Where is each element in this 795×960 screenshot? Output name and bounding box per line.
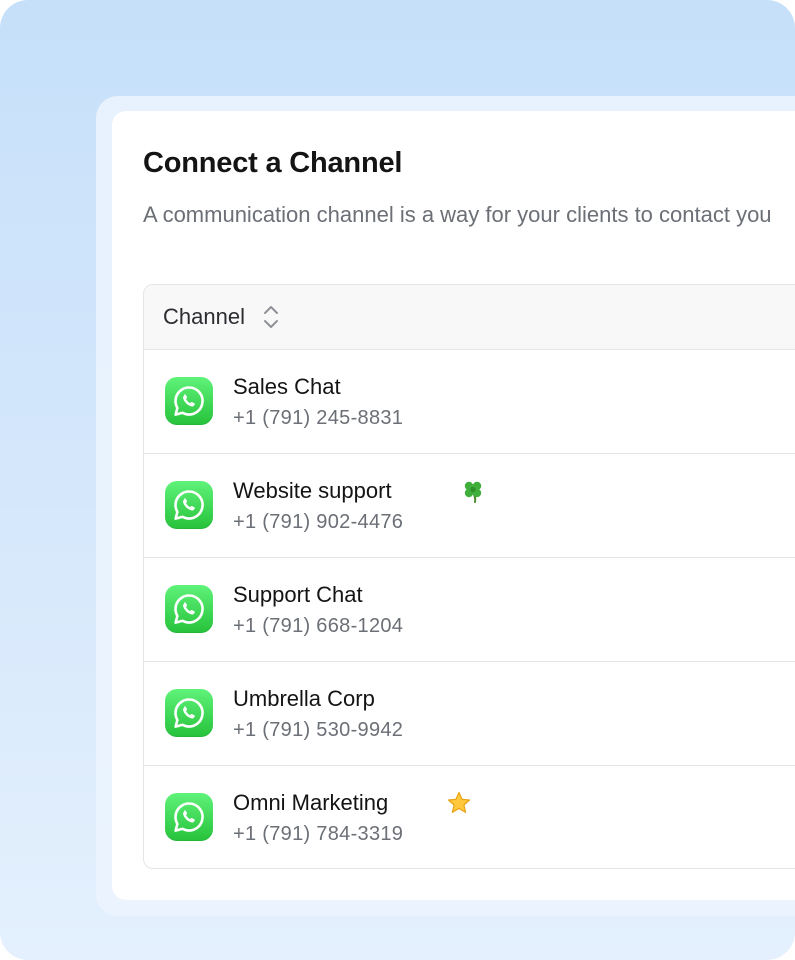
page-subtitle: A communication channel is a way for you… [143,202,772,227]
channel-name: Umbrella Corp [233,686,375,711]
whatsapp-icon [165,585,213,633]
channel-phone: +1 (791) 530-9942 [233,719,404,741]
page-background: Connect a Channel A communication channe… [0,0,795,960]
channel-phone: +1 (791) 902-4476 [233,511,404,533]
table-row[interactable]: Sales Chat +1 (791) 245-8831 [144,350,795,454]
sort-updown-icon[interactable] [262,304,280,330]
channel-phone: +1 (791) 245-8831 [233,407,404,429]
table-row[interactable]: Omni Marketing +1 (791) 784-3319 [144,766,795,868]
table-row[interactable]: Umbrella Corp +1 (791) 530-9942 [144,662,795,766]
channel-name: Support Chat [233,582,363,607]
table-row[interactable]: Website support +1 (791) 902-4476 [144,454,795,558]
channel-name: Omni Marketing [233,790,389,815]
whatsapp-icon [165,377,213,425]
clover-emoji-icon [460,478,486,504]
channel-phone: +1 (791) 784-3319 [233,823,404,845]
table-header-channel[interactable]: Channel [144,285,795,350]
whatsapp-icon [165,689,213,737]
whatsapp-icon [165,481,213,529]
page-title: Connect a Channel [143,147,403,179]
channel-table: Channel Sales Chat +1 (791) 245-8831 Web… [143,284,795,869]
channel-phone: +1 (791) 668-1204 [233,615,404,637]
channel-name: Sales Chat [233,374,341,399]
whatsapp-icon [165,793,213,841]
channel-name: Website support [233,478,392,503]
table-row[interactable]: Support Chat +1 (791) 668-1204 [144,558,795,662]
column-header-label: Channel [163,304,245,329]
star-emoji-icon [446,790,472,816]
connect-channel-card: Connect a Channel A communication channe… [112,111,795,900]
